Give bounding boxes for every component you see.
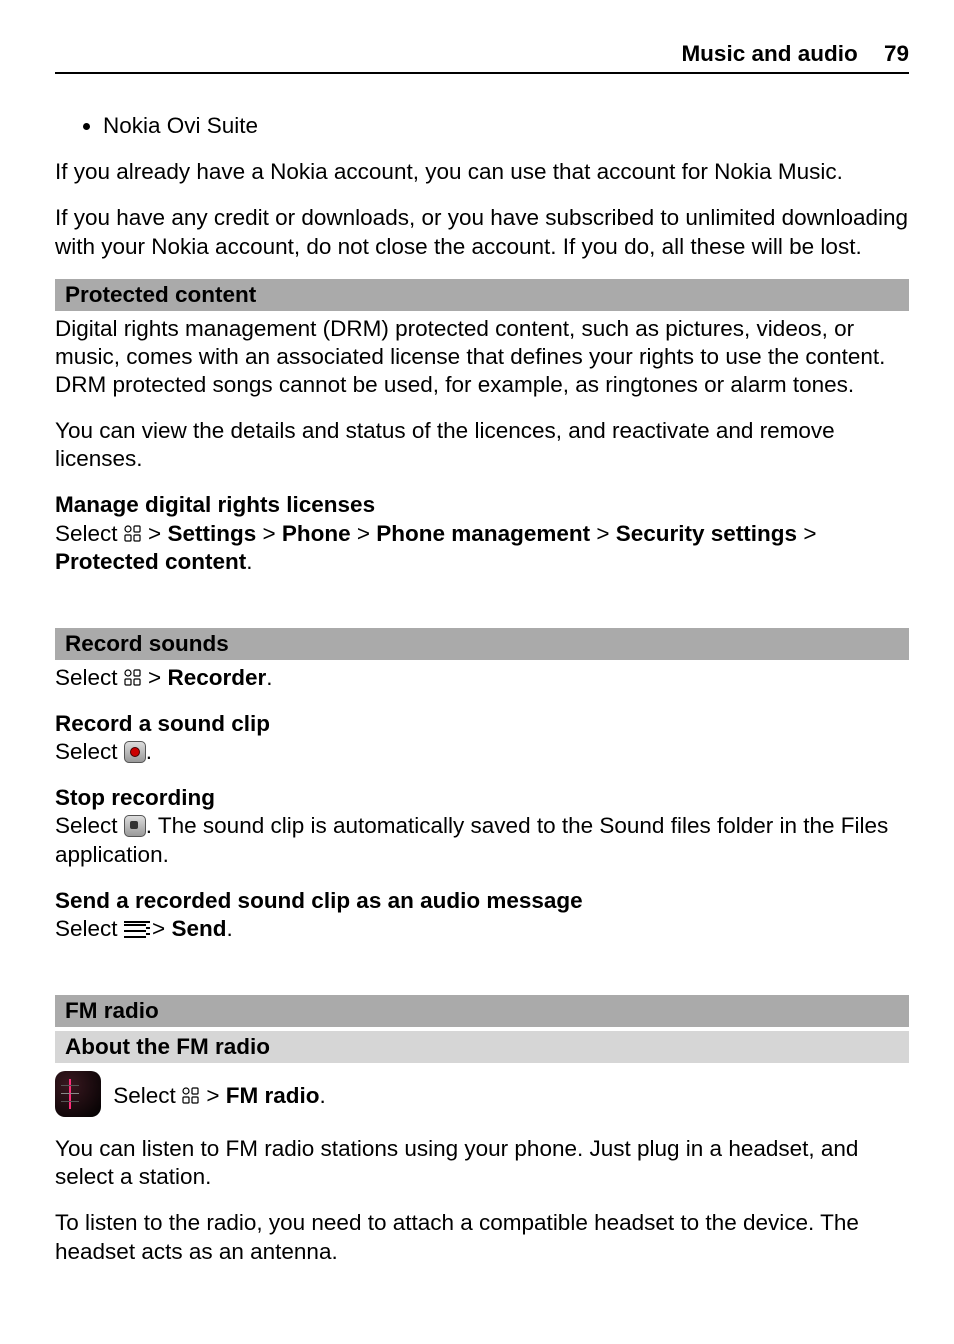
header-title: Music and audio: [681, 41, 857, 66]
sep: >: [590, 521, 616, 546]
period: .: [266, 665, 272, 690]
nav-send: Send: [171, 916, 226, 941]
subheading-stop-recording: Stop recording: [55, 784, 909, 812]
instruction-record-clip: Select .: [55, 738, 909, 766]
paragraph-drm-licenses: You can view the details and status of t…: [55, 417, 909, 473]
period: .: [226, 916, 232, 941]
bullet-list: Nokia Ovi Suite: [55, 112, 909, 140]
period: .: [246, 549, 252, 574]
subheading-record-clip: Record a sound clip: [55, 710, 909, 738]
nav-security-settings: Security settings: [616, 521, 797, 546]
text-select: Select: [55, 813, 124, 838]
apps-grid-icon: [124, 666, 142, 684]
period: .: [146, 739, 152, 764]
text-stop-rest: . The sound clip is automatically saved …: [55, 813, 888, 866]
sep: >: [797, 521, 816, 546]
text-select: Select: [55, 739, 124, 764]
page-number: 79: [884, 41, 909, 66]
menu-icon: [124, 921, 146, 939]
text-select: Select: [55, 916, 124, 941]
nav-path-fm-radio: Select > FM radio.: [55, 1071, 909, 1117]
instruction-stop-recording: Select . The sound clip is automatically…: [55, 812, 909, 868]
section-record-sounds: Record sounds: [55, 628, 909, 660]
paragraph-account: If you already have a Nokia account, you…: [55, 158, 909, 186]
sep: >: [142, 665, 168, 690]
nav-protected-content: Protected content: [55, 549, 246, 574]
text-select: Select: [55, 665, 124, 690]
page-header: Music and audio 79: [55, 40, 909, 74]
nav-settings: Settings: [167, 521, 256, 546]
nav-fm-radio: FM radio: [226, 1083, 320, 1108]
list-item: Nokia Ovi Suite: [103, 112, 909, 140]
apps-grid-icon: [182, 1084, 200, 1102]
paragraph-fm-listen: You can listen to FM radio stations usin…: [55, 1135, 909, 1191]
subheading-manage-licenses: Manage digital rights licenses: [55, 491, 909, 519]
text-select: Select: [113, 1083, 182, 1108]
sep: >: [146, 916, 172, 941]
period: .: [319, 1083, 325, 1108]
text-select: Select: [55, 521, 124, 546]
section-fm-radio: FM radio: [55, 995, 909, 1027]
sep: >: [256, 521, 282, 546]
section-about-fm-radio: About the FM radio: [55, 1031, 909, 1063]
instruction-send-clip: Select > Send.: [55, 915, 909, 943]
sep: >: [351, 521, 377, 546]
nav-recorder: Recorder: [167, 665, 266, 690]
sep: >: [142, 521, 168, 546]
nav-phone-management: Phone management: [376, 521, 590, 546]
paragraph-credit: If you have any credit or downloads, or …: [55, 204, 909, 260]
document-page: Music and audio 79 Nokia Ovi Suite If yo…: [0, 0, 954, 1344]
section-protected-content: Protected content: [55, 279, 909, 311]
fm-radio-app-icon: [55, 1071, 101, 1117]
paragraph-fm-headset: To listen to the radio, you need to atta…: [55, 1209, 909, 1265]
subheading-send-clip: Send a recorded sound clip as an audio m…: [55, 887, 909, 915]
apps-grid-icon: [124, 522, 142, 540]
record-icon: [124, 741, 146, 763]
nav-path-protected: Select > Settings > Phone > Phone manage…: [55, 520, 909, 576]
nav-path-recorder: Select > Recorder.: [55, 664, 909, 692]
stop-icon: [124, 815, 146, 837]
nav-phone: Phone: [282, 521, 351, 546]
paragraph-drm-intro: Digital rights management (DRM) protecte…: [55, 315, 909, 399]
sep: >: [200, 1083, 226, 1108]
